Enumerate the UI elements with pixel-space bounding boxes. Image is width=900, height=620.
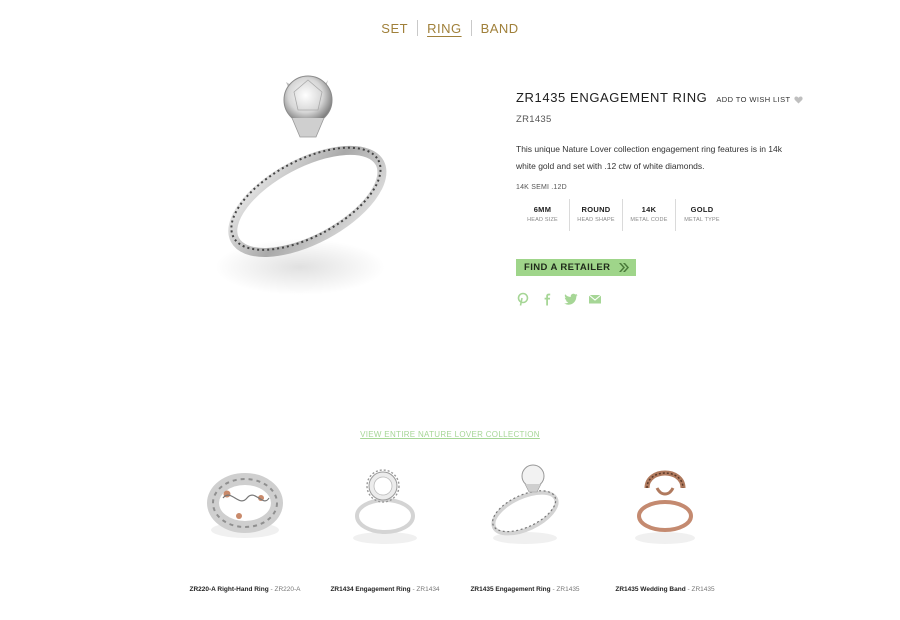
related-code: ZR1435 bbox=[691, 586, 715, 593]
tab-set[interactable]: SET bbox=[372, 21, 417, 36]
find-retailer-label: FIND A RETAILER bbox=[524, 262, 611, 273]
related-name: ZR1435 Engagement Ring bbox=[470, 586, 551, 593]
spec-label: HEAD SIZE bbox=[527, 217, 558, 223]
tab-band[interactable]: BAND bbox=[472, 21, 528, 36]
add-to-wishlist-button[interactable]: ADD TO WISH LIST bbox=[716, 95, 804, 104]
collection-link-row: VIEW ENTIRE NATURE LOVER COLLECTION bbox=[0, 430, 900, 439]
pinterest-icon[interactable] bbox=[516, 292, 530, 306]
related-caption: ZR1435 Wedding Band - ZR1435 bbox=[615, 586, 715, 593]
related-item[interactable]: ZR220-A Right-Hand Ring - ZR220-A bbox=[175, 458, 315, 608]
related-name: ZR220-A Right-Hand Ring bbox=[189, 586, 269, 593]
view-collection-link[interactable]: VIEW ENTIRE NATURE LOVER COLLECTION bbox=[360, 430, 540, 439]
halo-ring-image bbox=[353, 469, 417, 544]
spec-value: ROUND bbox=[581, 205, 611, 214]
product-sku: ZR1435 bbox=[516, 114, 552, 125]
email-icon[interactable] bbox=[588, 292, 602, 306]
related-name: ZR1435 Wedding Band bbox=[615, 586, 686, 593]
spec-value: 6MM bbox=[533, 205, 552, 214]
twitter-icon[interactable] bbox=[564, 292, 578, 306]
related-products: ZR220-A Right-Hand Ring - ZR220-A ZR1434… bbox=[175, 458, 735, 608]
related-code: ZR1435 bbox=[556, 586, 580, 593]
product-tabs: SET RING BAND bbox=[0, 20, 900, 36]
product-image bbox=[200, 62, 410, 312]
related-name: ZR1434 Engagement Ring bbox=[330, 586, 411, 593]
related-caption: ZR1435 Engagement Ring - ZR1435 bbox=[470, 586, 580, 593]
spec-metal-code: 14K METAL CODE bbox=[622, 199, 675, 231]
related-item[interactable]: ZR1434 Engagement Ring - ZR1434 bbox=[315, 458, 455, 608]
spec-label: METAL TYPE bbox=[684, 217, 720, 223]
spec-table: 6MM HEAD SIZE ROUND HEAD SHAPE 14K METAL… bbox=[516, 199, 816, 231]
spec-head-size: 6MM HEAD SIZE bbox=[516, 199, 569, 231]
related-caption: ZR220-A Right-Hand Ring - ZR220-A bbox=[189, 586, 301, 593]
heart-icon bbox=[794, 95, 804, 104]
spec-metal-type: GOLD METAL TYPE bbox=[675, 199, 728, 231]
engagement-ring-image bbox=[491, 464, 559, 544]
related-code: ZR220-A bbox=[274, 586, 301, 593]
right-hand-ring-image bbox=[207, 473, 283, 538]
spec-head-shape: ROUND HEAD SHAPE bbox=[569, 199, 622, 231]
wedding-band-image bbox=[635, 470, 695, 544]
related-item[interactable]: ZR1435 Engagement Ring - ZR1435 bbox=[455, 458, 595, 608]
spec-code: 14K SEMI .12D bbox=[516, 184, 567, 191]
wishlist-label: ADD TO WISH LIST bbox=[716, 95, 791, 104]
tab-ring[interactable]: RING bbox=[418, 21, 471, 36]
related-code: ZR1434 bbox=[416, 586, 440, 593]
spec-value: 14K bbox=[641, 205, 657, 214]
related-item[interactable]: ZR1435 Wedding Band - ZR1435 bbox=[595, 458, 735, 608]
title-row: ZR1435 ENGAGEMENT RING ADD TO WISH LIST bbox=[516, 90, 816, 105]
related-caption: ZR1434 Engagement Ring - ZR1434 bbox=[330, 586, 440, 593]
ring-image bbox=[215, 75, 387, 295]
product-title: ZR1435 ENGAGEMENT RING bbox=[516, 90, 708, 105]
social-share bbox=[516, 292, 816, 306]
chevron-right-icon bbox=[619, 263, 630, 272]
facebook-icon[interactable] bbox=[540, 292, 554, 306]
spec-label: METAL CODE bbox=[630, 217, 668, 223]
find-retailer-button[interactable]: FIND A RETAILER bbox=[516, 259, 637, 276]
spec-label: HEAD SHAPE bbox=[577, 217, 615, 223]
product-details: ZR1435 ENGAGEMENT RING ADD TO WISH LIST … bbox=[516, 90, 816, 306]
product-description: This unique Nature Lover collection enga… bbox=[516, 144, 783, 171]
spec-value: GOLD bbox=[690, 205, 714, 214]
